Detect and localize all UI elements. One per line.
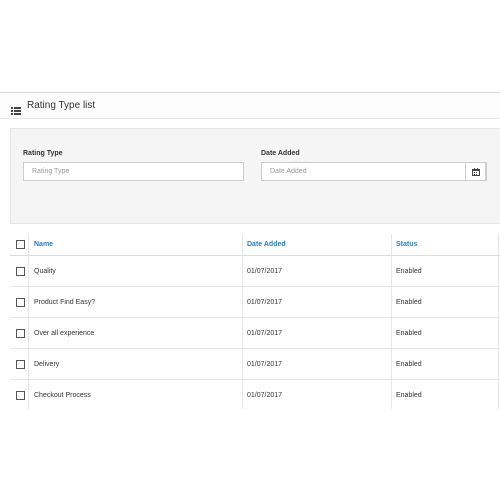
row-status: Enabled xyxy=(396,330,422,337)
rating-type-label: Rating Type xyxy=(23,150,63,157)
row-checkbox[interactable] xyxy=(16,391,25,400)
calendar-icon xyxy=(472,168,480,176)
panel-heading: Rating Type list xyxy=(0,93,500,119)
filter-box: Rating Type Rating Type Date Added Date … xyxy=(10,128,500,224)
table-row: Quality 01/07/2017 Enabled xyxy=(10,256,500,287)
column-header-date-added[interactable]: Date Added xyxy=(247,241,286,248)
row-name: Checkout Process xyxy=(34,392,91,399)
row-status: Enabled xyxy=(396,392,422,399)
row-checkbox[interactable] xyxy=(16,267,25,276)
column-header-name[interactable]: Name xyxy=(34,241,53,248)
date-added-placeholder: Date Added xyxy=(270,168,307,175)
row-name: Delivery xyxy=(34,361,60,368)
row-name: Product Find Easy? xyxy=(34,299,96,306)
row-date-added: 01/07/2017 xyxy=(247,392,283,399)
row-date-added: 01/07/2017 xyxy=(247,299,283,306)
date-added-label: Date Added xyxy=(261,150,300,157)
rating-type-table: Name Date Added Status Quality 01/07/201… xyxy=(10,234,500,409)
table-row: Over all experience 01/07/2017 Enabled xyxy=(10,318,500,349)
row-name: Over all experience xyxy=(34,330,95,337)
rating-type-placeholder: Rating Type xyxy=(32,168,70,175)
row-date-added: 01/07/2017 xyxy=(247,330,283,337)
date-added-input[interactable]: Date Added xyxy=(261,162,487,181)
table-row: Checkout Process 01/07/2017 Enabled xyxy=(10,380,500,409)
row-date-added: 01/07/2017 xyxy=(247,268,283,275)
rating-type-input[interactable]: Rating Type xyxy=(23,162,244,181)
table-header-row: Name Date Added Status xyxy=(10,234,500,256)
panel-title: Rating Type list xyxy=(27,100,96,111)
row-name: Quality xyxy=(34,268,56,275)
select-all-checkbox[interactable] xyxy=(16,240,25,249)
row-checkbox[interactable] xyxy=(16,360,25,369)
row-status: Enabled xyxy=(396,361,422,368)
rating-type-panel: Rating Type list Rating Type Rating Type… xyxy=(0,92,500,409)
row-status: Enabled xyxy=(396,268,422,275)
row-checkbox[interactable] xyxy=(16,329,25,338)
table-row: Product Find Easy? 01/07/2017 Enabled xyxy=(10,287,500,318)
table-row: Delivery 01/07/2017 Enabled xyxy=(10,349,500,380)
calendar-button[interactable] xyxy=(465,162,486,181)
row-date-added: 01/07/2017 xyxy=(247,361,283,368)
list-icon xyxy=(11,102,21,115)
row-checkbox[interactable] xyxy=(16,298,25,307)
column-header-status[interactable]: Status xyxy=(396,241,417,248)
row-status: Enabled xyxy=(396,299,422,306)
